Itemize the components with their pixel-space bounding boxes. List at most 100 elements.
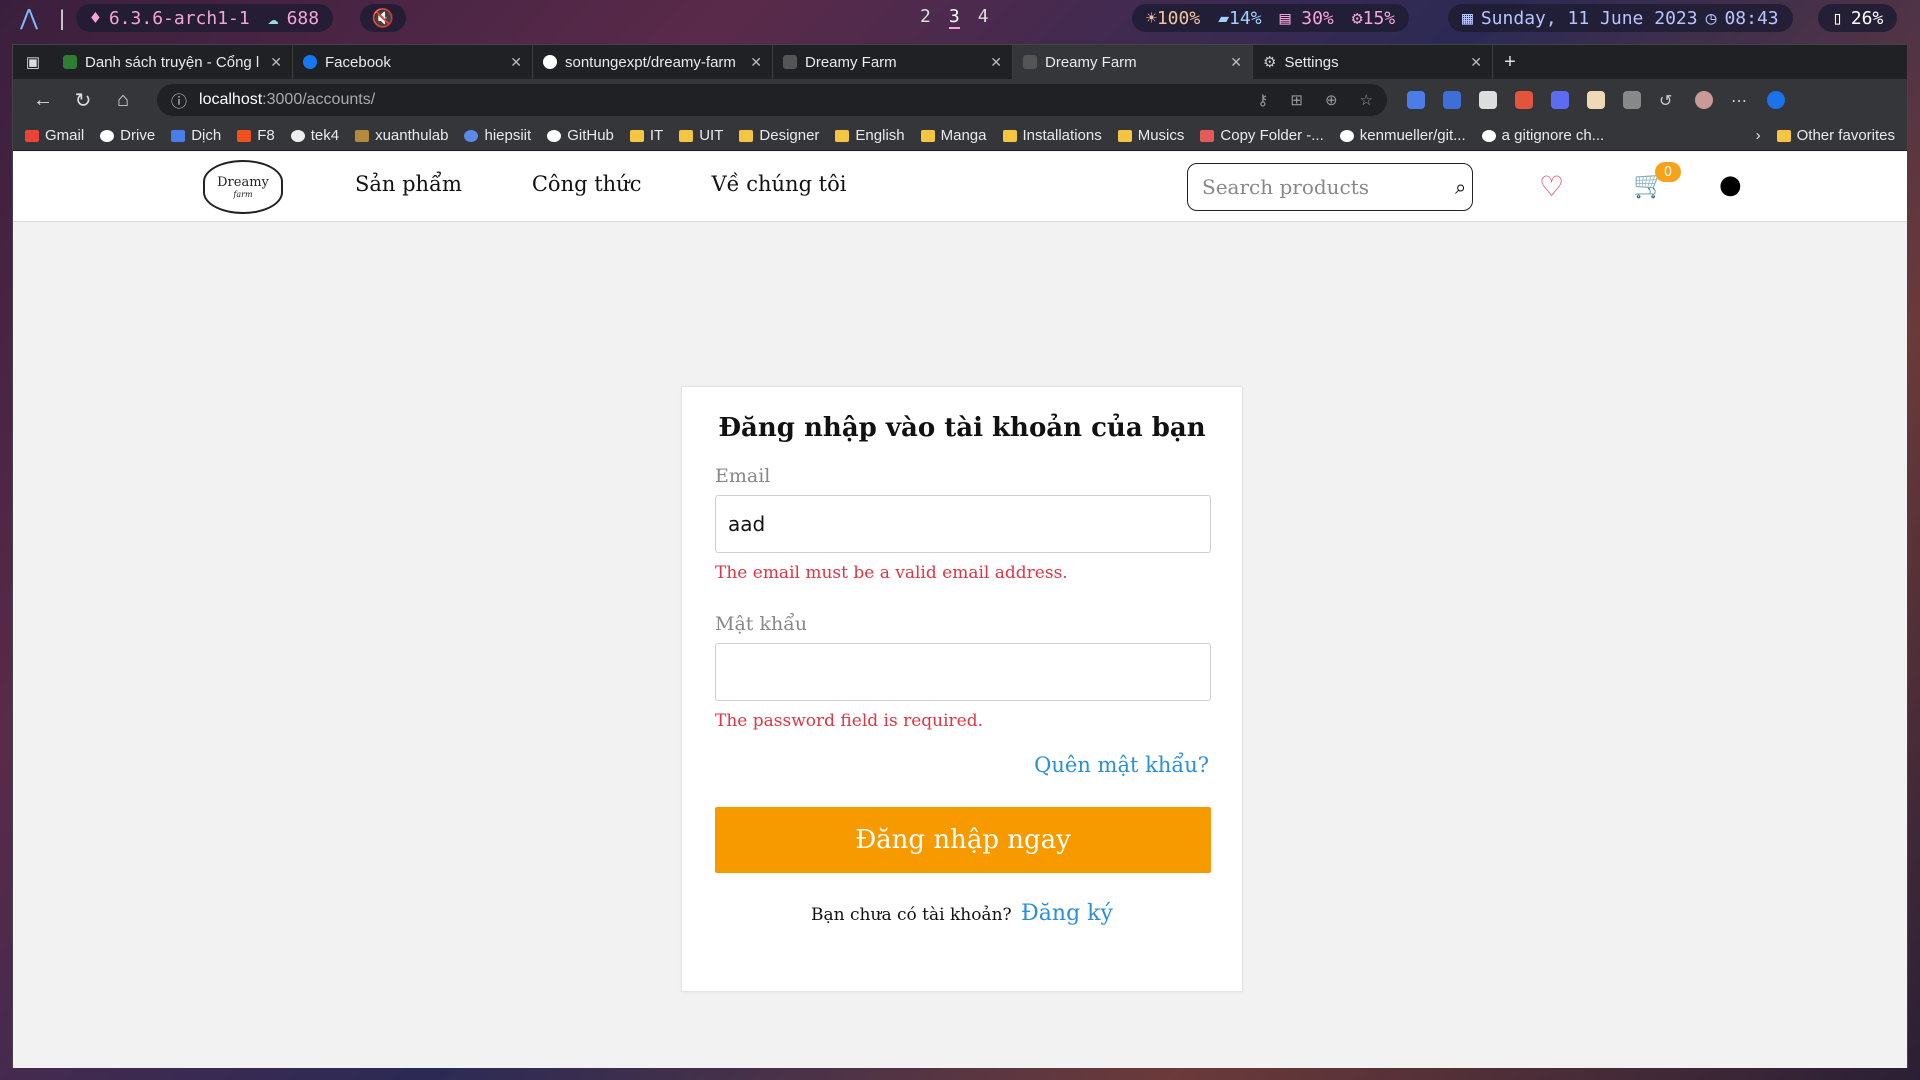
memory-value: 30% (1301, 7, 1334, 29)
password-field[interactable] (715, 643, 1211, 701)
tab-danh-sach[interactable]: Danh sách truyện - Cổng l ✕ (53, 45, 293, 79)
star-icon[interactable]: ☆ (1360, 91, 1373, 109)
tab-close-icon[interactable]: ✕ (270, 54, 282, 71)
bookmark-tek4[interactable]: tek4 (290, 127, 339, 144)
tek4-icon (290, 129, 305, 142)
folder-icon (920, 129, 935, 142)
zoom-icon[interactable]: ⊕ (1325, 91, 1338, 109)
arch-logo-icon[interactable]: ⋀ (20, 6, 38, 31)
no-account-text: Bạn chưa có tài khoản? (811, 905, 1012, 925)
disk-indicator: ▰14% (1218, 8, 1261, 29)
tab-close-icon[interactable]: ✕ (750, 54, 762, 71)
tab-actions-icon[interactable]: ▣ (13, 45, 53, 79)
color-extension-icon[interactable] (1515, 91, 1533, 109)
tab-settings[interactable]: ⚙ Settings ✕ (1253, 45, 1493, 79)
tab-dreamy-farm-active[interactable]: Dreamy Farm ✕ (1013, 45, 1253, 79)
bookmark-folder-it[interactable]: IT (629, 127, 664, 144)
bookmark-folder-musics[interactable]: Musics (1117, 127, 1184, 144)
bookmark-copy-folder[interactable]: Copy Folder -... (1200, 127, 1324, 144)
avatar-icon[interactable] (1695, 91, 1713, 109)
calendar-icon: ▦ (1462, 7, 1473, 29)
login-button[interactable]: Đăng nhập ngay (715, 807, 1211, 873)
bing-icon[interactable] (1767, 91, 1785, 109)
bookmark-folder-designer[interactable]: Designer (739, 127, 819, 144)
bookmark-other-favorites[interactable]: Other favorites (1776, 127, 1895, 144)
bookmark-label: a gitignore ch... (1501, 127, 1605, 144)
cpu-indicator: ⚙15% (1352, 8, 1395, 29)
tab-dreamy-farm-1[interactable]: Dreamy Farm ✕ (773, 45, 1013, 79)
nav-item-products[interactable]: Sản phẩm (355, 172, 462, 196)
tab-title: sontungexpt/dreamy-farm (565, 53, 736, 71)
signup-link[interactable]: Đăng ký (1021, 901, 1113, 926)
history-icon[interactable]: ↺ (1659, 91, 1677, 110)
back-icon[interactable]: ← (23, 89, 63, 112)
translate2-extension-icon[interactable] (1443, 91, 1461, 109)
bookmark-folder-manga[interactable]: Manga (920, 127, 987, 144)
address-bar: ← ↻ ⌂ ⓘ localhost:3000/accounts/ ⚷ ⊞ ⊕ ☆… (13, 79, 1907, 121)
bookmark-dich[interactable]: Dịch (171, 127, 221, 144)
bookmark-label: IT (649, 127, 664, 144)
brightness-value: 100% (1156, 7, 1201, 29)
folder-icon: ▰ (1218, 7, 1230, 29)
user-icon[interactable]: ● (1719, 170, 1742, 200)
bookmark-gmail[interactable]: Gmail (25, 127, 84, 144)
nav-item-recipes[interactable]: Công thức (532, 172, 642, 196)
tab-github[interactable]: sontungexpt/dreamy-farm ✕ (533, 45, 773, 79)
translate-extension-icon[interactable] (1407, 91, 1425, 109)
workspace-2[interactable]: 2 (920, 6, 931, 29)
volume-mute-icon[interactable]: 🔇 (360, 4, 406, 32)
puzzle-extension-icon[interactable] (1623, 91, 1641, 109)
f8-icon (237, 129, 252, 142)
reload-icon[interactable]: ↻ (63, 88, 103, 113)
window-extension-icon[interactable] (1551, 91, 1569, 109)
brightness-indicator: ☀100% (1146, 8, 1200, 29)
workspace-4[interactable]: 4 (978, 6, 989, 29)
key-icon[interactable]: ⚷ (1257, 91, 1268, 109)
forgot-password-link[interactable]: Quên mật khẩu? (715, 753, 1209, 777)
brightness-icon: ☀ (1146, 7, 1157, 29)
bookmark-folder-uit[interactable]: UIT (679, 127, 723, 144)
bookmark-kenmueller[interactable]: kenmueller/git... (1339, 127, 1466, 144)
picture-extension-icon[interactable] (1587, 91, 1605, 109)
tab-title: Danh sách truyện - Cổng l (85, 53, 260, 71)
bookmark-xuanthulab[interactable]: xuanthulab (355, 127, 448, 144)
search-icon[interactable]: ⌕ (1455, 175, 1466, 199)
url-field[interactable]: ⓘ localhost:3000/accounts/ ⚷ ⊞ ⊕ ☆ (157, 84, 1387, 116)
apps-icon[interactable]: ⊞ (1290, 91, 1303, 109)
bookmark-drive[interactable]: Drive (100, 127, 155, 144)
more-menu-icon[interactable]: ⋯ (1731, 91, 1749, 110)
clock-pill[interactable]: ▦ Sunday, 11 June 2023 ◷ 08:43 (1448, 4, 1793, 32)
kernel-icon: ♦ (90, 7, 101, 29)
page-content: Dreamy farm Sản phẩm Công thức Về chúng … (13, 152, 1907, 1068)
tab-close-icon[interactable]: ✕ (510, 54, 522, 71)
copy-folder-icon (1200, 129, 1215, 142)
tab-title: Settings (1284, 53, 1339, 71)
tab-facebook[interactable]: Facebook ✕ (293, 45, 533, 79)
email-field[interactable] (715, 495, 1211, 553)
url-path: :3000/accounts/ (262, 91, 376, 108)
bookmark-gitignore[interactable]: a gitignore ch... (1481, 127, 1605, 144)
bookmark-github[interactable]: GitHub (547, 127, 614, 144)
bookmark-folder-english[interactable]: English (835, 127, 905, 144)
bookmark-f8[interactable]: F8 (237, 127, 275, 144)
folder-icon (835, 129, 850, 142)
bookmarks-overflow-chevron-icon[interactable]: › (1756, 127, 1761, 144)
site-logo[interactable]: Dreamy farm (203, 160, 283, 214)
home-icon[interactable]: ⌂ (103, 89, 143, 112)
bookmark-label: Other favorites (1796, 127, 1895, 144)
bookmark-label: Designer (759, 127, 820, 144)
bookmark-hiepsiit[interactable]: hiepsiit (464, 127, 531, 144)
heart-icon[interactable]: ♡ (1539, 170, 1564, 203)
bookmark-folder-installations[interactable]: Installations (1002, 127, 1102, 144)
disk-value: 14% (1229, 7, 1262, 29)
new-tab-button[interactable]: + (1493, 45, 1527, 79)
info-icon[interactable]: ⓘ (171, 88, 187, 112)
screen-extension-icon[interactable] (1479, 91, 1497, 109)
search-input[interactable] (1202, 175, 1455, 199)
tab-close-icon[interactable]: ✕ (1230, 54, 1242, 71)
workspace-3[interactable]: 3 (948, 6, 960, 29)
separator: | (56, 6, 69, 30)
tab-close-icon[interactable]: ✕ (990, 54, 1002, 71)
nav-item-about[interactable]: Về chúng tôi (711, 172, 846, 196)
tab-close-icon[interactable]: ✕ (1470, 54, 1482, 71)
